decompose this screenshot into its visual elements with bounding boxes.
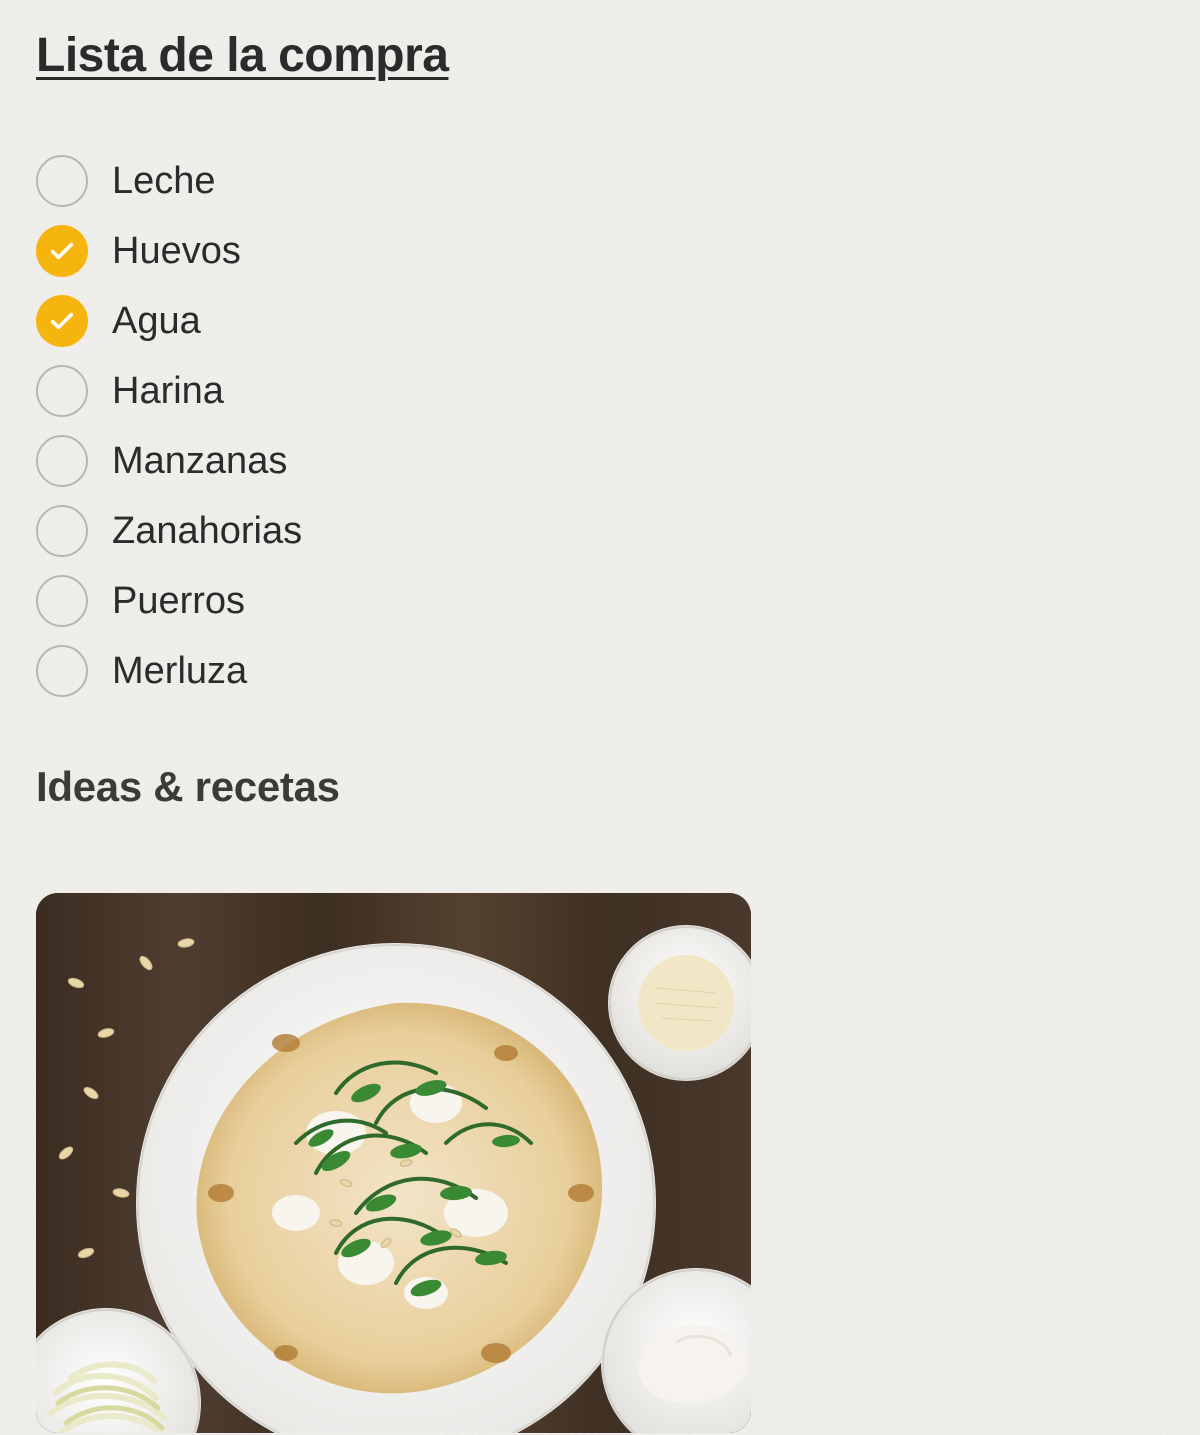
- checklist-item: Agua: [36, 295, 1164, 347]
- checkbox[interactable]: [36, 225, 88, 277]
- checklist-item-label: Merluza: [112, 650, 247, 693]
- checklist-item-label: Harina: [112, 370, 224, 413]
- checkbox[interactable]: [36, 645, 88, 697]
- checkbox[interactable]: [36, 295, 88, 347]
- checklist-item: Leche: [36, 155, 1164, 207]
- checklist-item-label: Zanahorias: [112, 510, 302, 553]
- checklist-item: Zanahorias: [36, 505, 1164, 557]
- checklist-item: Harina: [36, 365, 1164, 417]
- checklist-item: Manzanas: [36, 435, 1164, 487]
- checkmark-icon: [48, 307, 76, 335]
- checkbox[interactable]: [36, 505, 88, 557]
- checkbox[interactable]: [36, 575, 88, 627]
- checklist-item: Merluza: [36, 645, 1164, 697]
- checkbox[interactable]: [36, 365, 88, 417]
- checklist: Leche Huevos Agua Harina Manzanas: [36, 155, 1164, 697]
- note-title: Lista de la compra: [36, 28, 1164, 83]
- section-heading: Ideas & recetas: [36, 763, 1164, 811]
- recipe-image[interactable]: [36, 893, 751, 1433]
- checklist-item: Puerros: [36, 575, 1164, 627]
- checklist-item-label: Huevos: [112, 230, 241, 273]
- checklist-item-label: Agua: [112, 300, 201, 343]
- checkbox[interactable]: [36, 435, 88, 487]
- checklist-item-label: Puerros: [112, 580, 245, 623]
- checklist-item: Huevos: [36, 225, 1164, 277]
- checklist-item-label: Manzanas: [112, 440, 287, 483]
- checkmark-icon: [48, 237, 76, 265]
- checklist-item-label: Leche: [112, 160, 216, 203]
- checkbox[interactable]: [36, 155, 88, 207]
